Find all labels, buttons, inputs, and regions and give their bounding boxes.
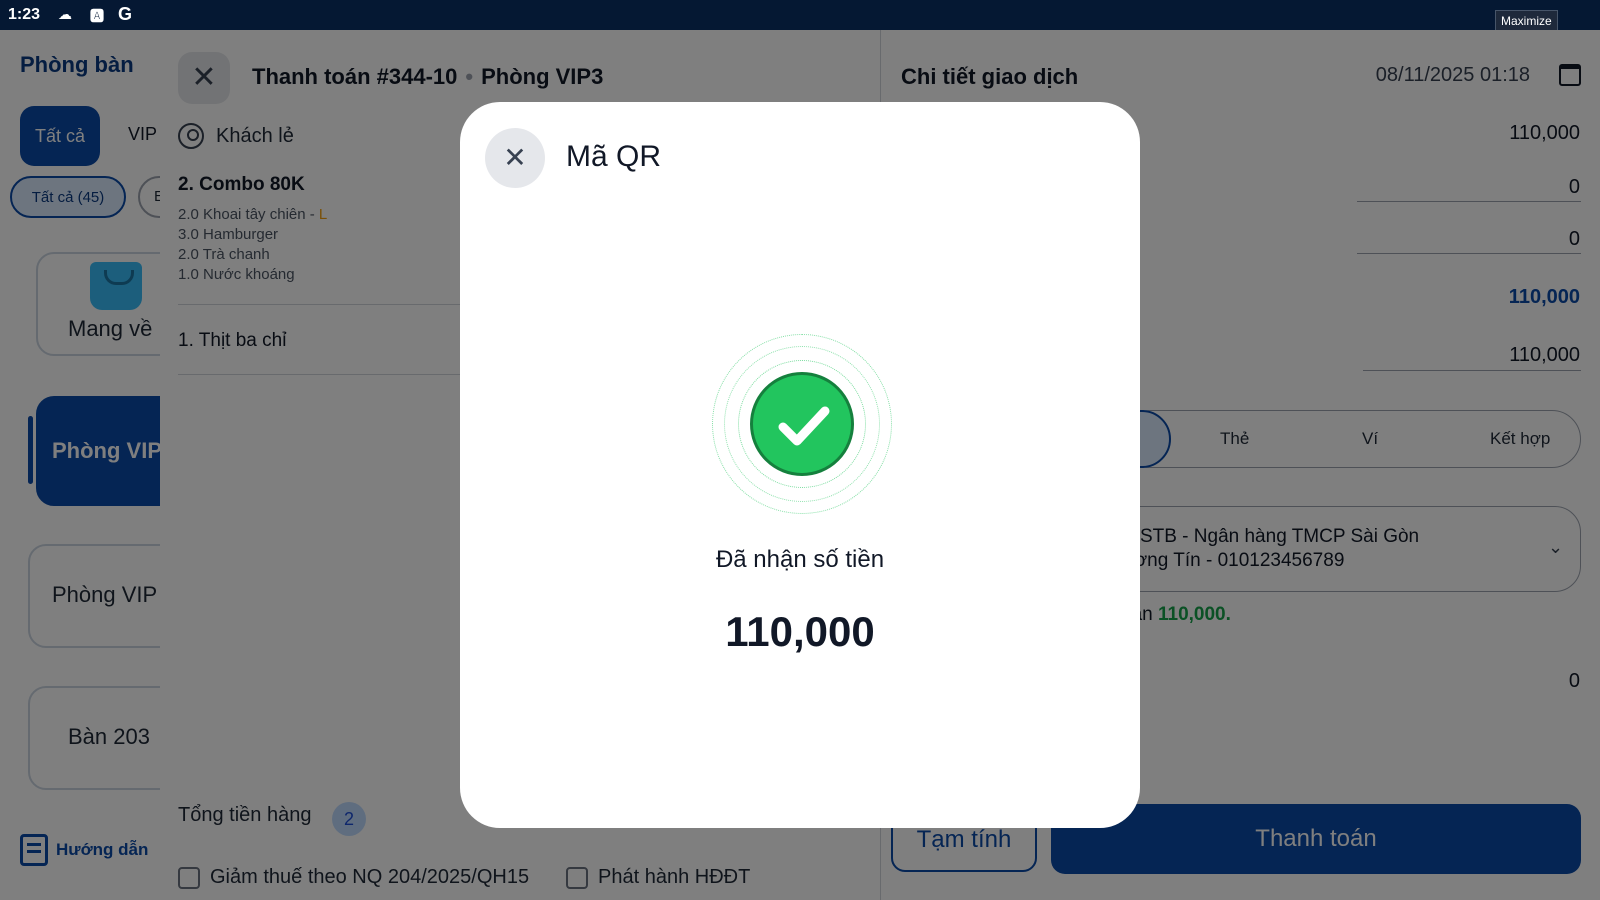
a-icon: 🅰 [90, 8, 104, 24]
success-check-icon [750, 372, 854, 476]
close-icon: ✕ [503, 142, 527, 173]
modal-title: Mã QR [566, 140, 662, 173]
status-bar: 1:23 ☁ 🅰 G Maximize [0, 0, 1600, 32]
modal-close-button[interactable]: ✕ [485, 128, 545, 188]
received-label: Đã nhận số tiền [715, 546, 885, 573]
status-time: 1:23 [8, 6, 41, 23]
google-icon: G [118, 4, 133, 24]
qr-modal: ✕ Mã QR Đã nhận số tiền 110,000 [460, 102, 1140, 828]
received-amount-value: 110,000 [725, 608, 875, 655]
maximize-tooltip[interactable]: Maximize [1495, 10, 1558, 32]
cloud-icon: ☁ [58, 6, 72, 22]
